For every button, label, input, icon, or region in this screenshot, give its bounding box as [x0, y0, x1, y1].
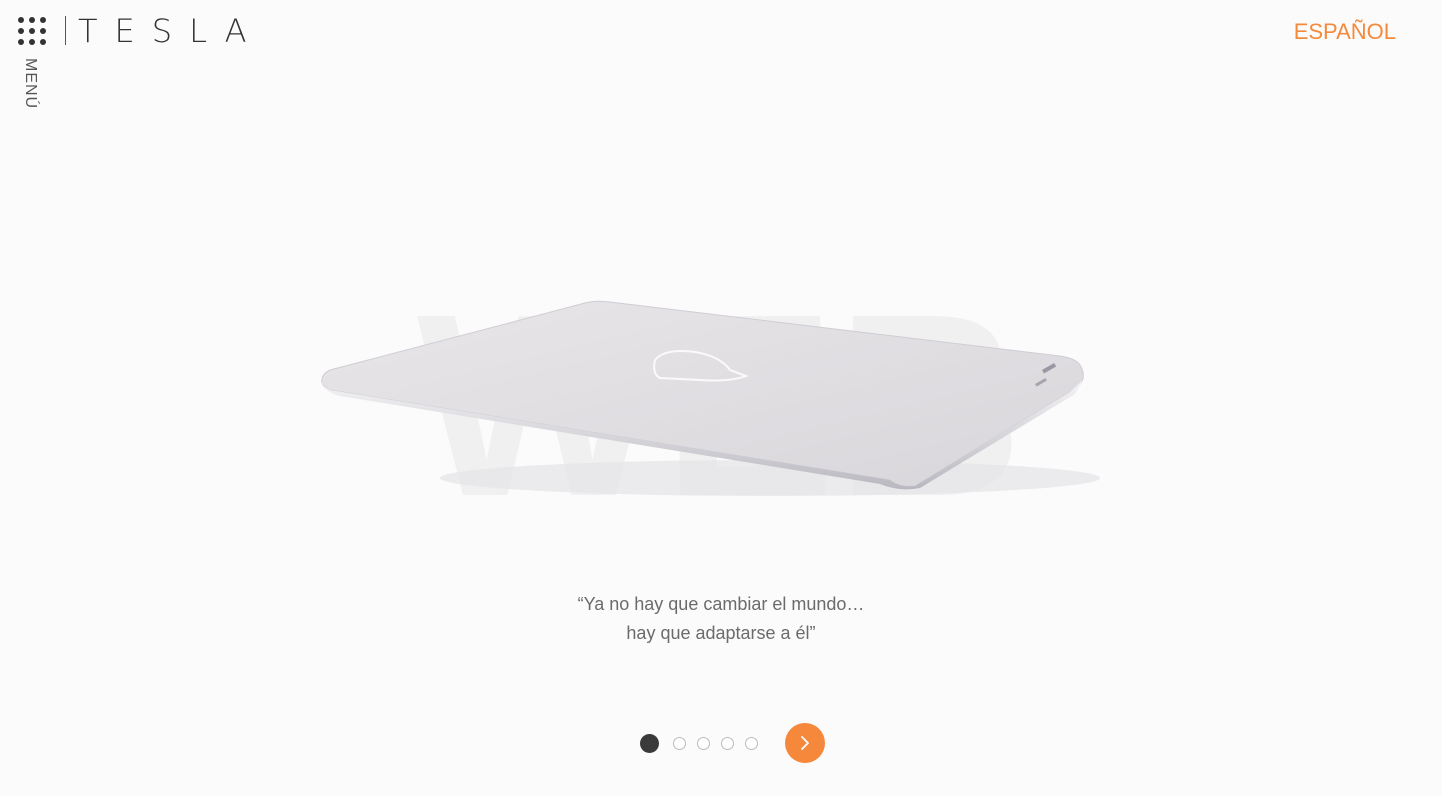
language-selector[interactable]: ESPAÑOL [1294, 19, 1396, 45]
grid-dot [40, 39, 46, 45]
quote-line-1: “Ya no hay que cambiar el mundo… [577, 594, 865, 614]
pager-dot-1[interactable] [640, 733, 659, 753]
grid-dot [18, 28, 24, 34]
apps-grid-icon[interactable] [18, 17, 46, 45]
grid-dot [29, 17, 35, 23]
grid-dot [29, 28, 35, 34]
logo[interactable]: TESLA [78, 12, 264, 50]
quote-line-2: hay que adaptarse a él” [626, 623, 816, 643]
next-slide-button[interactable] [785, 723, 825, 763]
grid-dot [40, 17, 46, 23]
pager-dot-2[interactable] [673, 736, 686, 750]
quote-text: “Ya no hay que cambiar el mundo… hay que… [0, 590, 1442, 648]
chevron-right-icon [801, 736, 809, 750]
pager-dot-3[interactable] [697, 736, 710, 750]
menu-toggle[interactable]: MENÚ [21, 58, 39, 109]
grid-dot [29, 39, 35, 45]
slide-pager [640, 723, 825, 763]
logo-divider [65, 16, 66, 45]
grid-dot [18, 39, 24, 45]
pager-dot-5[interactable] [745, 736, 758, 750]
hero-laptop-image: WEB [300, 270, 1140, 530]
grid-dot [40, 28, 46, 34]
grid-dot [18, 17, 24, 23]
pager-dot-4[interactable] [721, 736, 734, 750]
